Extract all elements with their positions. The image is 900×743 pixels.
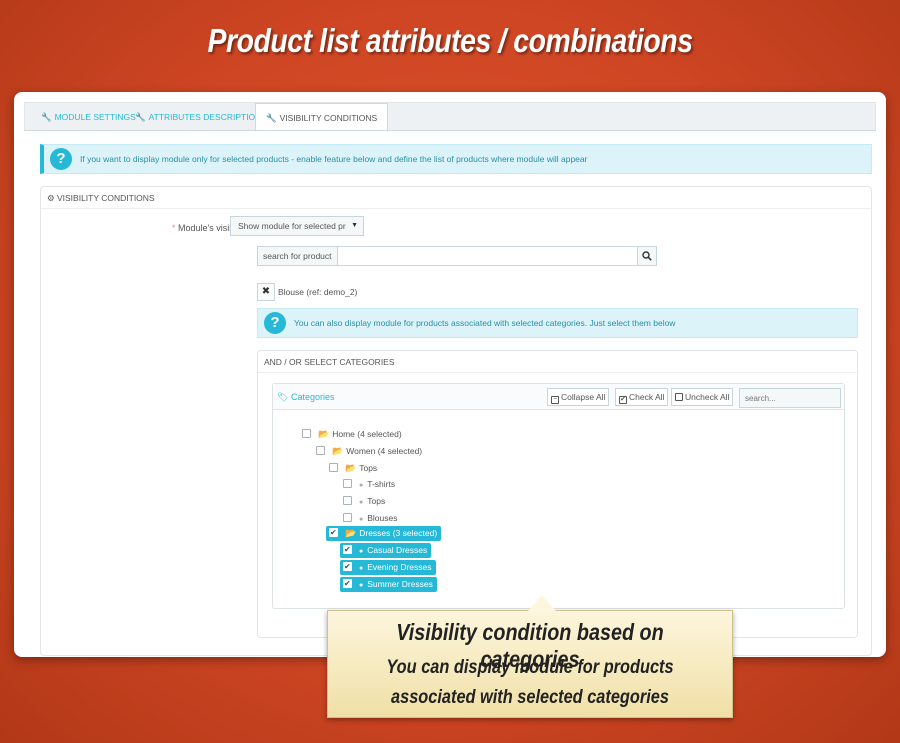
tree-node-tops[interactable]: 📂 Tops: [329, 461, 377, 475]
bullet-icon: ●: [359, 565, 364, 572]
search-addon-label: search for product: [258, 247, 338, 265]
hero-title: Product list attributes / combinations: [207, 22, 693, 59]
module-config-panel: 🔧 MODULE SETTINGS 🔧 ATTRIBUTES DESCRIPTION…: [14, 92, 886, 657]
tree-node-tshirts[interactable]: ● T-shirts: [343, 477, 395, 491]
checkbox-checked[interactable]: [329, 526, 338, 540]
tag-icon: 🏷: [277, 392, 289, 402]
tab-bar: 🔧 MODULE SETTINGS 🔧 ATTRIBUTES DESCRIPTION…: [24, 102, 876, 132]
divider: [24, 130, 876, 131]
category-tree-panel: 🏷 Categories − Collapse All ✔ Check All Un…: [272, 383, 845, 609]
tab-visibility-conditions[interactable]: 🔧 VISIBILITY CONDITIONS: [255, 103, 389, 132]
checkbox[interactable]: [343, 496, 352, 505]
tree-node-evening-dresses[interactable]: ●Evening Dresses: [340, 560, 436, 575]
tree-node-casual-dresses[interactable]: ●Casual Dresses: [340, 543, 432, 558]
wrench-icon: 🔧: [41, 112, 52, 122]
callout-body: You can display module for products asso…: [356, 653, 703, 713]
folder-open-icon: 📂: [318, 429, 330, 439]
product-search-group: search for product: [257, 246, 657, 266]
info-text: If you want to display module only for s…: [80, 154, 588, 164]
info-alert-top: ? If you want to display module only for…: [40, 144, 872, 174]
bullet-icon: ●: [359, 499, 364, 506]
checkbox-checked[interactable]: [343, 577, 352, 591]
categories-section-header: AND / OR SELECT CATEGORIES: [258, 351, 857, 373]
uncheck-all-button[interactable]: Uncheck All: [671, 388, 734, 406]
search-icon: [642, 251, 652, 261]
bullet-icon: ●: [359, 548, 364, 555]
visibility-select[interactable]: Show module for selected pr ▼: [230, 216, 364, 236]
collapse-all-button[interactable]: − Collapse All: [547, 388, 610, 406]
question-icon: ?: [50, 148, 72, 170]
checkbox[interactable]: [302, 429, 311, 438]
product-search-input[interactable]: [339, 247, 638, 265]
checkbox[interactable]: [343, 479, 352, 488]
checkbox-checked[interactable]: [343, 560, 352, 574]
selected-product-label: Blouse (ref: demo_2): [278, 287, 358, 297]
checkbox[interactable]: [329, 463, 338, 472]
search-button[interactable]: [637, 247, 656, 265]
wrench-icon: 🔧: [266, 113, 277, 123]
folder-open-icon: 📂: [345, 463, 357, 473]
checkbox[interactable]: [343, 513, 352, 522]
folder-open-icon: 📂: [345, 528, 357, 538]
minus-square-icon: −: [551, 396, 559, 404]
feature-callout: Visibility condition based on categories…: [327, 595, 733, 718]
bullet-icon: ●: [359, 482, 364, 489]
tree-node-dresses[interactable]: 📂Dresses (3 selected): [326, 526, 442, 541]
info-alert-categories: ? You can also display module for produc…: [257, 308, 858, 338]
wrench-icon: 🔧: [135, 112, 146, 122]
tree-title: 🏷 Categories: [277, 392, 335, 402]
tree-node-home[interactable]: 📂 Home (4 selected): [302, 427, 402, 441]
categories-section: AND / OR SELECT CATEGORIES 🏷 Categories …: [257, 350, 858, 638]
cogs-icon: ⚙: [47, 193, 57, 203]
checkbox-checked[interactable]: [343, 543, 352, 557]
callout-line: associated with selected categories: [391, 687, 669, 708]
tree-toolbar: 🏷 Categories − Collapse All ✔ Check All Un…: [273, 384, 844, 410]
check-all-button[interactable]: ✔ Check All: [615, 388, 669, 406]
category-search-input[interactable]: [739, 388, 841, 408]
checkbox[interactable]: [316, 446, 325, 455]
check-square-icon: ✔: [619, 396, 627, 404]
question-icon: ?: [264, 312, 286, 334]
tree-node-summer-dresses[interactable]: ●Summer Dresses: [340, 577, 437, 592]
info-text: You can also display module for products…: [294, 318, 676, 328]
empty-square-icon: [675, 393, 683, 401]
section-header: ⚙ VISIBILITY CONDITIONS: [41, 187, 871, 209]
tab-attributes-descriptions[interactable]: 🔧 ATTRIBUTES DESCRIPTIONS: [131, 103, 271, 131]
bullet-icon: ●: [359, 516, 364, 523]
remove-product-button[interactable]: ✖: [257, 283, 275, 301]
folder-open-icon: 📂: [332, 446, 344, 456]
tree-node-women[interactable]: 📂 Women (4 selected): [316, 444, 422, 458]
tab-module-settings[interactable]: 🔧 MODULE SETTINGS: [37, 103, 140, 131]
caret-down-icon: ▼: [351, 217, 358, 235]
bullet-icon: ●: [359, 582, 364, 589]
callout-line: You can display module for products: [386, 657, 674, 678]
tree-node-blouses[interactable]: ● Blouses: [343, 511, 397, 525]
tree-node-tops-leaf[interactable]: ● Tops: [343, 494, 385, 508]
